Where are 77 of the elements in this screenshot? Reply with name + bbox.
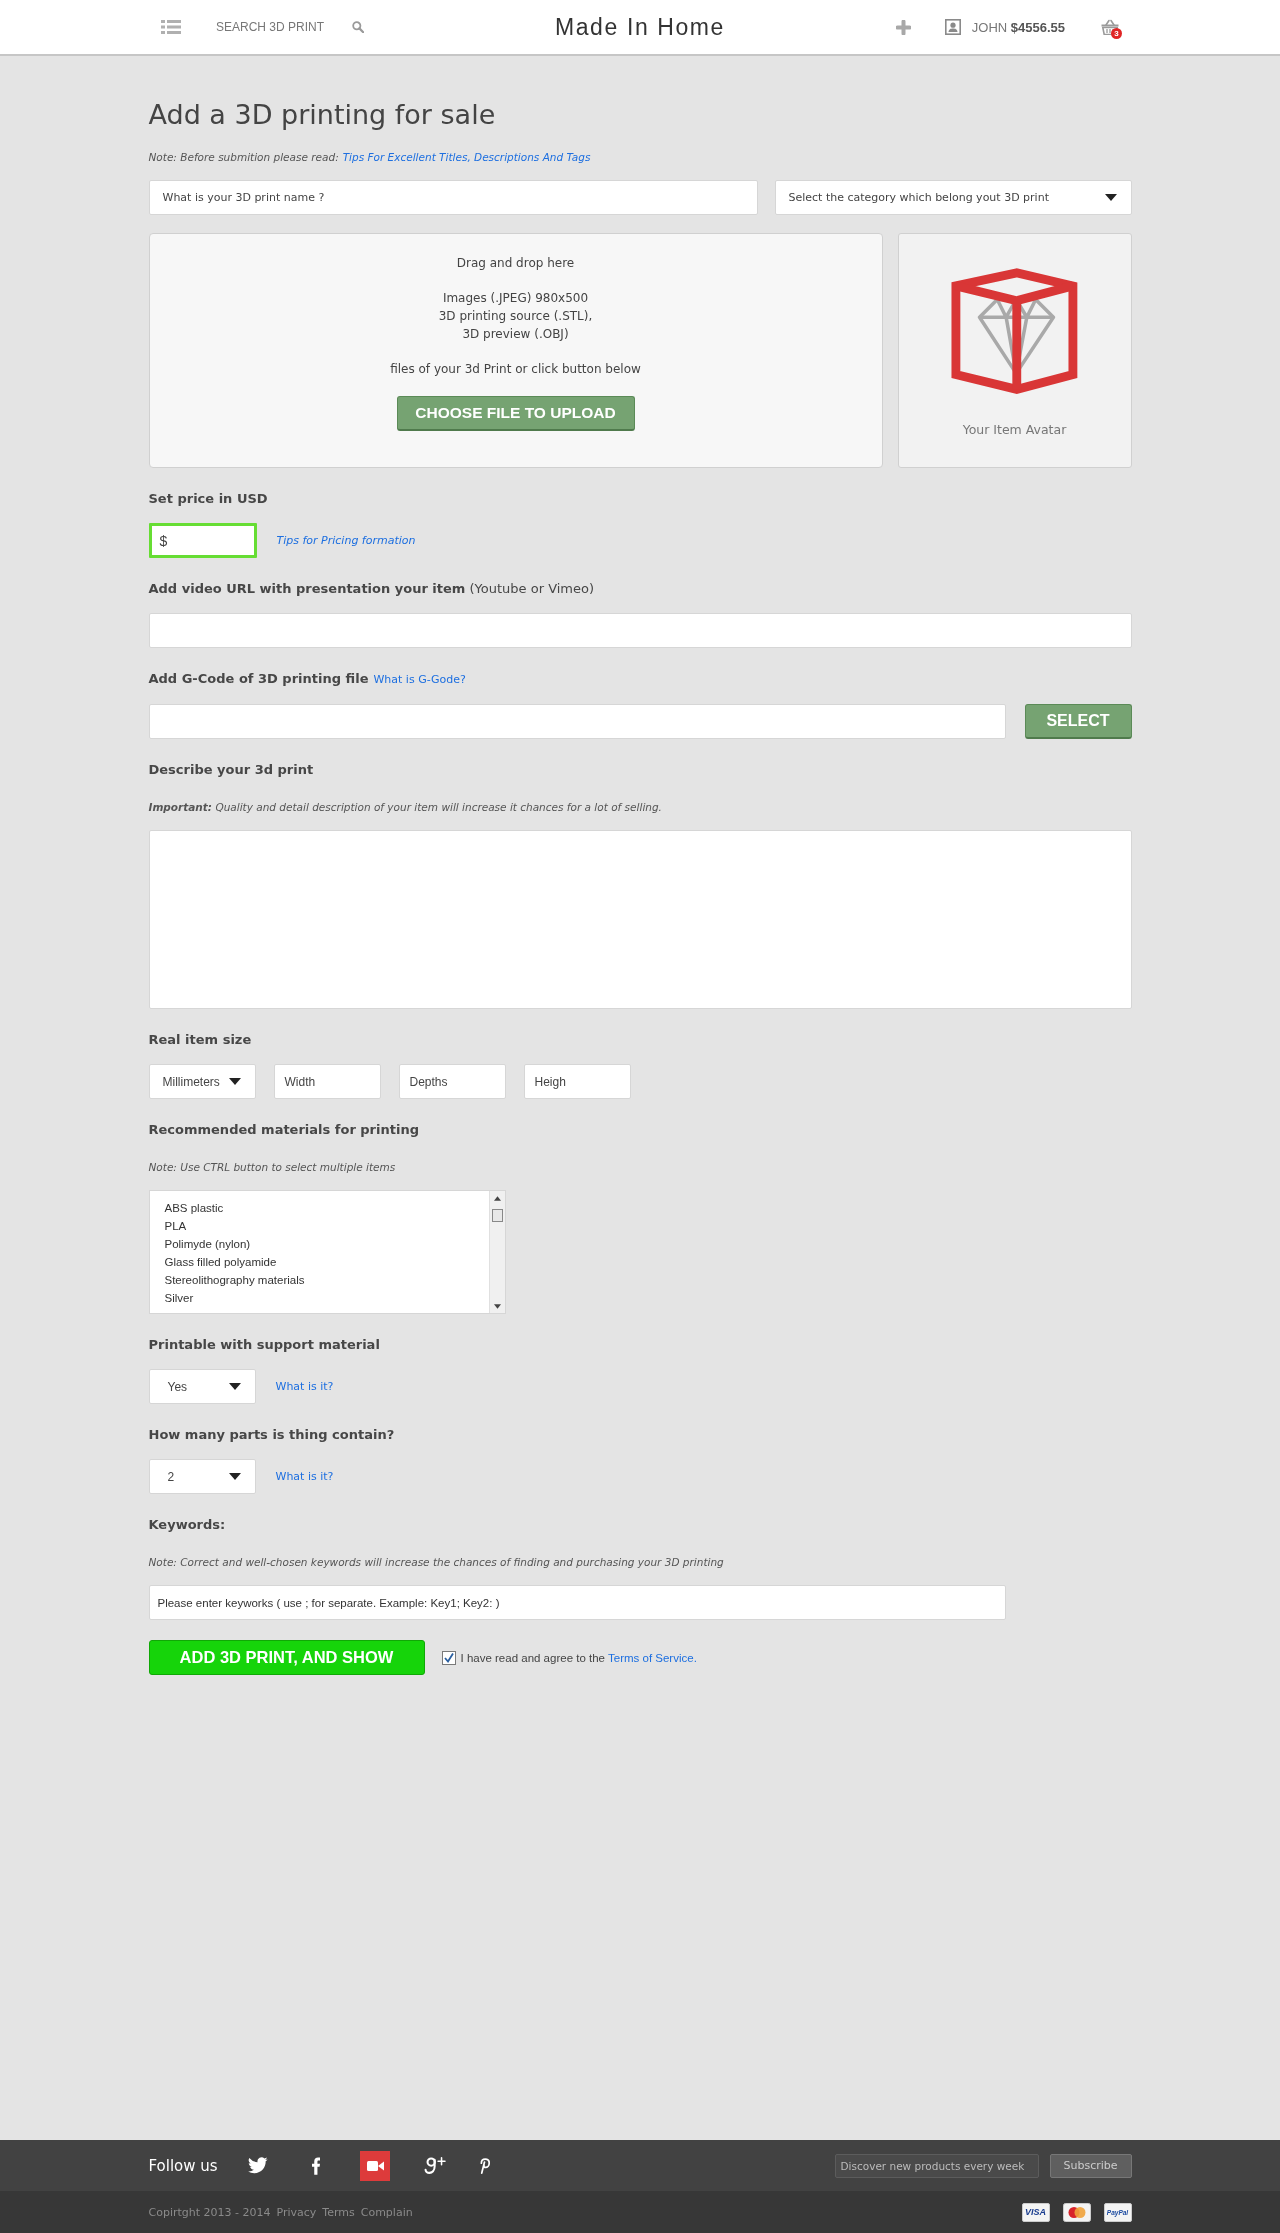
caret-down-icon — [228, 1383, 241, 1390]
footer-link[interactable]: Privacy — [276, 2205, 317, 2219]
basket-icon[interactable] — [1101, 19, 1119, 35]
bird-icon[interactable] — [247, 2157, 268, 2174]
gcode-field[interactable] — [148, 704, 1006, 739]
section-label: Keywords: — [148, 1516, 227, 1534]
list-option[interactable]: ABS plastic — [149, 1199, 489, 1217]
visa-logo: VISA — [1021, 2202, 1050, 2222]
note-text: Important: Quality and detail description of your item will increase it chances for a lot of selling. — [148, 800, 663, 815]
pricing-tips-link[interactable]: Tips for Pricing formation — [276, 534, 416, 547]
caret-down-icon — [1104, 194, 1117, 201]
help-link[interactable]: What is G-Gode? — [373, 671, 466, 689]
section-label: Real item size — [148, 1031, 253, 1049]
letter-p-icon[interactable] — [478, 2157, 490, 2174]
keywords-field[interactable]: Please enter keyworks ( use ; for separate. Example: Key1; Key2: ) — [148, 1585, 1006, 1620]
copyright-text: Copirtght 2013 - 2014 — [148, 2205, 271, 2219]
section-label: Add video URL with presentation your item (Youtube or Vimeo) — [148, 580, 596, 598]
user-account-link[interactable]: JOHN $4556.55 — [971, 19, 1065, 35]
scroll-down-icon[interactable] — [493, 1304, 501, 1309]
help-link[interactable]: What is it? — [275, 1470, 334, 1483]
section-label: How many parts is thing contain? — [148, 1426, 396, 1444]
upload-dropzone[interactable]: Drag and drop here Images (.JPEG) 980x500 3D printing source (.STL), 3D preview (.OBJ) files of your 3d Print or click button below CHOOSE FILE TO UPLOAD — [148, 233, 883, 468]
agree-text: I have read and agree to the — [460, 1651, 605, 1664]
follow-label: Follow us — [148, 2156, 218, 2175]
upload-text: Drag and drop here — [456, 255, 575, 272]
newsletter-field[interactable]: Discover new products every week — [834, 2153, 1039, 2178]
list-option[interactable]: PLA — [149, 1217, 489, 1235]
caret-down-icon — [228, 1078, 241, 1085]
upload-text: Images (.JPEG) 980x500 3D printing source (.STL), 3D preview (.OBJ) — [438, 290, 593, 343]
subscribe-button[interactable]: Subscribe — [1049, 2153, 1132, 2178]
user-icon[interactable] — [944, 19, 961, 35]
note-text: Note: Correct and well-chosen keywords will increase the chances of finding and purchasing your 3D printing — [148, 1555, 725, 1570]
section-label: Add G-Code of 3D printing file — [148, 670, 369, 688]
scroll-thumb[interactable] — [491, 1209, 503, 1222]
terms-link[interactable]: Terms of Service. — [608, 1651, 697, 1664]
name-field[interactable]: What is your 3D print name ? — [148, 180, 758, 215]
avatar-panel[interactable]: Your Item Avatar — [897, 233, 1132, 468]
video-url-field[interactable] — [148, 613, 1132, 648]
search-icon[interactable] — [352, 21, 365, 33]
section-label: Set price in USD — [148, 490, 269, 508]
dimension-field[interactable]: Width — [273, 1064, 381, 1099]
tips-link[interactable]: Tips For Excellent Titles, Descriptions And Tags — [342, 148, 591, 166]
site-logo[interactable]: Made In Home — [554, 13, 726, 41]
parts-select[interactable]: 2 — [148, 1459, 256, 1494]
unit-select[interactable]: Millimeters — [148, 1064, 256, 1099]
materials-listbox[interactable]: ABS plastic PLA Polimyde (nylon) Glass filled polyamide Stereolithography materials Silver — [148, 1190, 506, 1314]
g-plus-icon[interactable] — [423, 2156, 447, 2175]
cart-count: 3 — [1111, 28, 1122, 39]
footer-link[interactable]: Complain — [360, 2205, 413, 2219]
list-option[interactable]: Silver — [149, 1289, 489, 1307]
video-camera-icon[interactable] — [359, 2150, 390, 2181]
cube-diamond-icon — [949, 267, 1080, 397]
category-select[interactable]: Select the category which belong yout 3D print — [774, 180, 1132, 215]
dimension-field[interactable]: Heigh — [523, 1064, 631, 1099]
avatar-caption: Your Item Avatar — [962, 421, 1067, 439]
list-option[interactable]: Stereolithography materials — [149, 1271, 489, 1289]
section-label: Describe your 3d print — [148, 761, 315, 779]
scrollbar[interactable] — [488, 1191, 505, 1313]
list-option[interactable]: Polimyde (nylon) — [149, 1235, 489, 1253]
upload-text: files of your 3d Print or click button below — [390, 361, 641, 378]
caret-down-icon — [228, 1473, 241, 1480]
page-title: Add a 3D printing for sale — [148, 99, 497, 131]
price-field[interactable]: $ — [148, 523, 257, 558]
section-label: Printable with support material — [148, 1336, 381, 1354]
note-text: Note: Before submition please read: — [148, 150, 339, 165]
note-text: Note: Use CTRL button to select multiple items — [148, 1160, 397, 1175]
dimension-field[interactable]: Depths — [398, 1064, 506, 1099]
card-circles-icon — [1062, 2202, 1091, 2222]
scroll-up-icon[interactable] — [493, 1196, 501, 1201]
search-link[interactable]: SEARCH 3D PRINT — [216, 20, 325, 34]
list-option[interactable]: Glass filled polyamide — [149, 1253, 489, 1271]
help-link[interactable]: What is it? — [275, 1380, 334, 1393]
agree-checkbox[interactable] — [441, 1650, 456, 1665]
footer-link[interactable]: Terms — [322, 2205, 355, 2219]
support-select[interactable]: Yes — [148, 1369, 256, 1404]
letter-f-icon[interactable] — [311, 2156, 320, 2175]
section-label: Recommended materials for printing — [148, 1121, 420, 1139]
